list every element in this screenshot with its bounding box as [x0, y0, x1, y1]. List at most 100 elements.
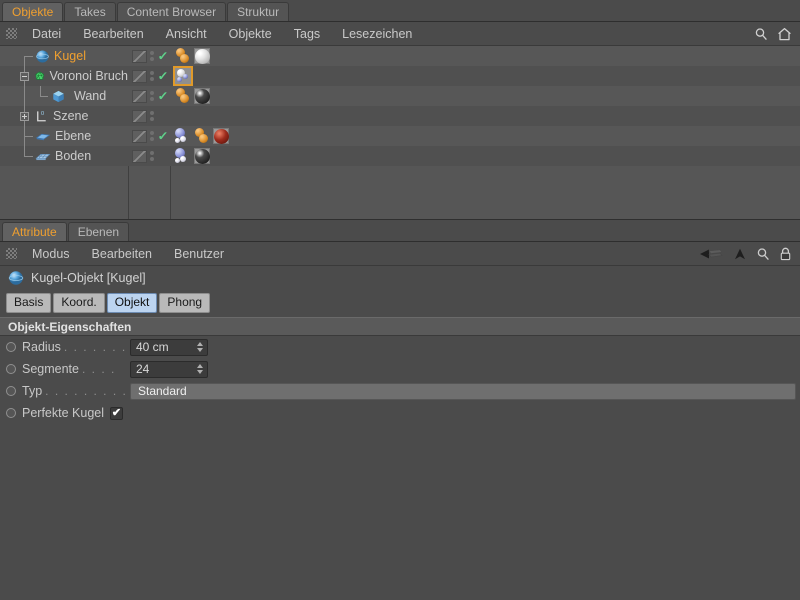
table-row[interactable]: Voronoi Bruch ✓ — [0, 66, 800, 86]
tab-struktur[interactable]: Struktur — [227, 2, 290, 22]
object-tag-cell[interactable] — [170, 106, 800, 126]
object-toggle-cell[interactable] — [128, 146, 170, 166]
object-tag-cell[interactable] — [170, 66, 800, 86]
tab-basis[interactable]: Basis — [6, 293, 52, 313]
object-label: Ebene — [55, 129, 92, 143]
back-arrow-icon[interactable] — [698, 247, 724, 261]
layer-hatch-icon[interactable] — [132, 109, 147, 123]
menu-modus[interactable]: Modus — [21, 242, 81, 266]
segmente-stepper[interactable] — [197, 363, 203, 374]
table-row[interactable]: Boden — [0, 146, 800, 166]
menu-bearbeiten[interactable]: Bearbeiten — [81, 242, 163, 266]
typ-select[interactable]: Standard — [130, 382, 796, 400]
radius-stepper[interactable] — [197, 341, 203, 352]
enabled-check-icon[interactable]: ✓ — [157, 50, 168, 62]
tab-content-browser[interactable]: Content Browser — [116, 2, 227, 22]
layer-hatch-icon[interactable] — [132, 89, 147, 103]
tab-koord[interactable]: Koord. — [53, 293, 105, 313]
visibility-dots-icon[interactable] — [150, 51, 154, 61]
menu-benutzer[interactable]: Benutzer — [163, 242, 235, 266]
up-arrow-icon[interactable] — [733, 247, 747, 261]
tab-phong[interactable]: Phong — [159, 293, 211, 313]
enabled-check-icon[interactable]: ✓ — [157, 90, 168, 102]
visibility-dots-icon[interactable] — [150, 91, 154, 101]
tab-objekte[interactable]: Objekte — [2, 2, 64, 22]
material-red-sphere-tag[interactable] — [213, 128, 229, 144]
cube-object-icon — [53, 90, 64, 102]
attribute-manager-toolbar — [698, 247, 800, 261]
table-row[interactable]: Ebene ✓ — [0, 126, 800, 146]
sphere-object-icon — [36, 50, 49, 62]
drag-grip-icon[interactable] — [6, 248, 17, 259]
voronoi-fracture-icon — [35, 70, 45, 80]
object-toggle-cell[interactable] — [128, 106, 170, 126]
animate-radio-icon[interactable] — [6, 342, 16, 352]
enabled-check-icon[interactable]: ✓ — [157, 130, 168, 142]
dynamics-tag[interactable] — [175, 148, 191, 164]
search-icon[interactable] — [754, 27, 768, 41]
object-toggle-cell[interactable]: ✓ — [128, 66, 170, 86]
object-name-cell[interactable]: Kugel — [0, 46, 128, 66]
expander-collapse-icon[interactable] — [20, 71, 29, 81]
menu-objekte[interactable]: Objekte — [218, 22, 283, 46]
perfekte-kugel-checkbox[interactable]: ✔ — [110, 406, 123, 420]
menu-bearbeiten[interactable]: Bearbeiten — [72, 22, 154, 46]
menu-ansicht[interactable]: Ansicht — [155, 22, 218, 46]
material-black-sphere-tag[interactable] — [194, 88, 210, 104]
tab-objekt[interactable]: Objekt — [106, 293, 158, 313]
material-orange-tag[interactable] — [175, 88, 191, 104]
home-icon[interactable] — [777, 27, 792, 41]
layer-hatch-icon[interactable] — [132, 129, 147, 143]
menu-datei[interactable]: Datei — [21, 22, 72, 46]
object-tag-cell[interactable] — [170, 46, 800, 66]
visibility-dots-icon[interactable] — [150, 111, 154, 121]
layer-hatch-icon[interactable] — [132, 69, 147, 83]
expander-expand-icon[interactable] — [20, 111, 29, 121]
lock-icon[interactable] — [779, 247, 792, 261]
object-tag-cell[interactable] — [170, 86, 800, 106]
attribute-empty-area — [0, 424, 800, 584]
object-toggle-cell[interactable]: ✓ — [128, 126, 170, 146]
material-white-sphere-tag[interactable] — [194, 48, 210, 64]
object-tree[interactable]: Kugel ✓ Voronoi Bruch ✓ Wand ✓ 0 Szene E… — [0, 46, 800, 220]
object-name-cell[interactable]: Ebene — [0, 126, 128, 146]
tab-ebenen[interactable]: Ebenen — [67, 222, 130, 242]
property-label: Radius — [22, 340, 61, 354]
object-toggle-cell[interactable]: ✓ — [128, 86, 170, 106]
material-orange-tag[interactable] — [194, 128, 210, 144]
object-manager-panel: Objekte Takes Content Browser Struktur D… — [0, 0, 800, 220]
search-icon[interactable] — [756, 247, 770, 261]
object-name-cell[interactable]: Boden — [0, 146, 128, 166]
menu-tags[interactable]: Tags — [283, 22, 331, 46]
enabled-check-icon[interactable]: ✓ — [157, 70, 168, 82]
table-row[interactable]: Wand ✓ — [0, 86, 800, 106]
object-label: Boden — [55, 149, 92, 163]
object-name-cell[interactable]: Wand — [0, 86, 128, 106]
menu-lesezeichen[interactable]: Lesezeichen — [331, 22, 423, 46]
segmente-input[interactable]: 24 — [130, 360, 208, 378]
object-manager-toolbar — [754, 27, 800, 41]
layer-hatch-icon[interactable] — [132, 149, 147, 163]
animate-radio-icon[interactable] — [6, 386, 16, 396]
dynamics-tag[interactable] — [175, 128, 191, 144]
object-tag-cell[interactable] — [170, 146, 800, 166]
tab-attribute[interactable]: Attribute — [2, 222, 67, 242]
visibility-dots-icon[interactable] — [150, 151, 154, 161]
tab-takes[interactable]: Takes — [64, 2, 116, 22]
object-name-cell[interactable]: 0 Szene — [0, 106, 128, 126]
animate-radio-icon[interactable] — [6, 408, 16, 418]
material-orange-tag[interactable] — [175, 48, 191, 64]
material-black-sphere-tag[interactable] — [194, 148, 210, 164]
object-toggle-cell[interactable]: ✓ — [128, 46, 170, 66]
table-row[interactable]: 0 Szene — [0, 106, 800, 126]
voronoi-selected-tag[interactable] — [173, 66, 193, 86]
object-name-cell[interactable]: Voronoi Bruch — [0, 66, 128, 86]
object-tag-cell[interactable] — [170, 126, 800, 146]
visibility-dots-icon[interactable] — [150, 71, 154, 81]
table-row[interactable]: Kugel ✓ — [0, 46, 800, 66]
layer-hatch-icon[interactable] — [132, 49, 147, 63]
visibility-dots-icon[interactable] — [150, 131, 154, 141]
drag-grip-icon[interactable] — [6, 28, 17, 39]
radius-input[interactable]: 40 cm — [130, 338, 208, 356]
animate-radio-icon[interactable] — [6, 364, 16, 374]
